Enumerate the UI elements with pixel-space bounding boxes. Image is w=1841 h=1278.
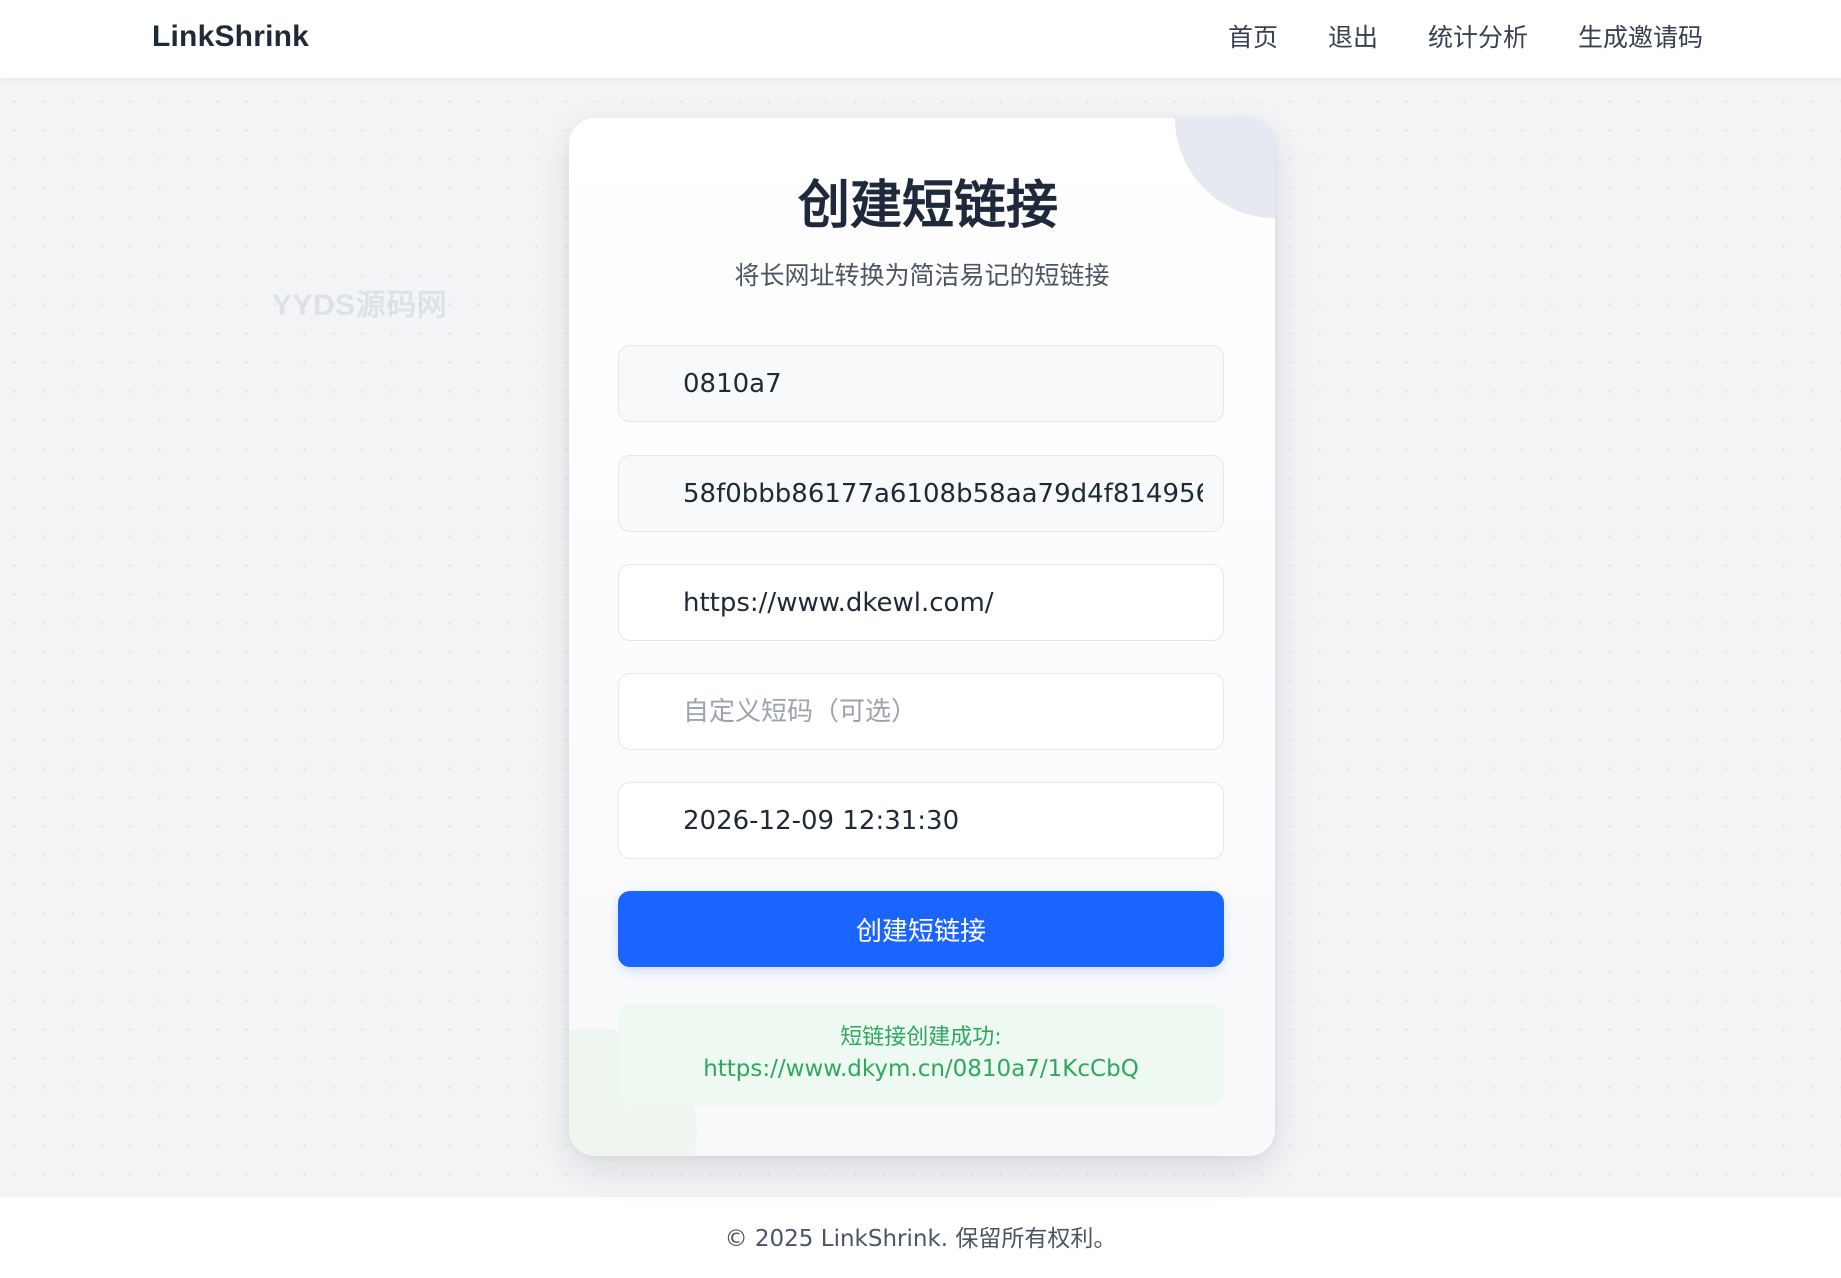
main-nav: 首页 退出 统计分析 生成邀请码 <box>1178 18 1703 58</box>
watermark: YYDS源码网 <box>272 289 448 322</box>
create-link-card: 创建短链接 将长网址转换为简洁易记的短链接 创建短链接 短链接创建成功: htt… <box>569 118 1275 1156</box>
nav-statistics[interactable]: 统计分析 <box>1428 18 1528 58</box>
custom-code-field[interactable] <box>618 673 1224 750</box>
nav-generate-invite-code[interactable]: 生成邀请码 <box>1578 18 1703 58</box>
result-short-link[interactable]: https://www.dkym.cn/0810a7/1KcCbQ <box>703 1053 1139 1085</box>
top-navbar: LinkShrink 首页 退出 统计分析 生成邀请码 <box>0 0 1841 78</box>
result-title: 短链接创建成功: <box>840 1025 1002 1050</box>
long-url-field[interactable] <box>618 564 1224 641</box>
result-success-box: 短链接创建成功: https://www.dkym.cn/0810a7/1KcC… <box>618 1004 1224 1105</box>
brand-logo[interactable]: LinkShrink <box>152 17 309 57</box>
api-key-field[interactable] <box>618 455 1224 532</box>
page-footer: © 2025 LinkShrink. 保留所有权利。 <box>0 1197 1841 1278</box>
footer-copyright: © 2025 LinkShrink. 保留所有权利。 <box>724 1226 1117 1252</box>
expire-time-field[interactable] <box>618 782 1224 859</box>
card-title: 创建短链接 <box>797 176 1058 236</box>
card-subtitle: 将长网址转换为简洁易记的短链接 <box>734 261 1110 290</box>
user-id-field[interactable] <box>618 345 1224 422</box>
create-short-link-button[interactable]: 创建短链接 <box>618 891 1224 967</box>
nav-home[interactable]: 首页 <box>1228 18 1278 58</box>
nav-logout[interactable]: 退出 <box>1328 18 1378 58</box>
